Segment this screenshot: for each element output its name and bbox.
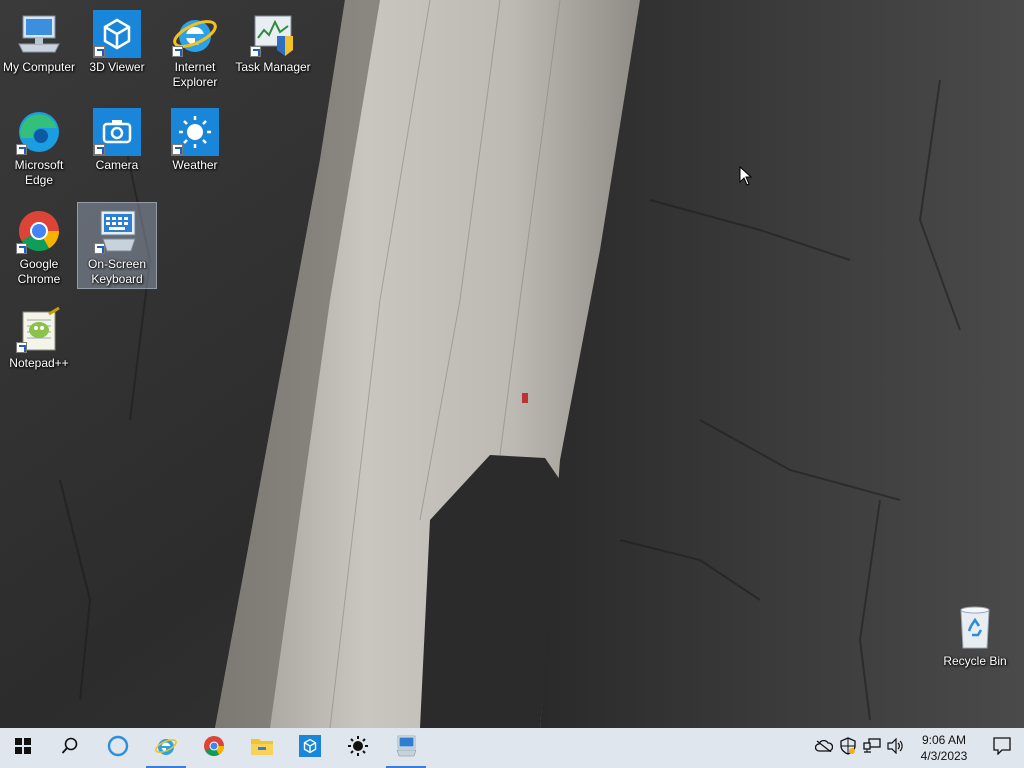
3d-viewer-icon xyxy=(299,734,321,762)
desktop-icon-camera[interactable]: Camera xyxy=(78,104,156,173)
taskbar-weather[interactable] xyxy=(334,728,382,768)
shortcut-arrow-icon xyxy=(94,144,105,155)
desktop-icon-label: Google Chrome xyxy=(17,257,61,286)
desktop-icon-google-chrome[interactable]: Google Chrome xyxy=(0,203,78,287)
tray-volume[interactable] xyxy=(884,728,908,768)
system-tray: 9:06 AM 4/3/2023 xyxy=(812,728,1024,768)
internet-explorer-icon xyxy=(171,10,219,58)
camera-icon xyxy=(93,108,141,156)
desktop-icon-3d-viewer[interactable]: 3D Viewer xyxy=(78,6,156,75)
edge-icon xyxy=(15,108,63,156)
network-icon xyxy=(863,737,881,759)
desktop-icon-label: Recycle Bin xyxy=(943,654,1007,668)
search-button[interactable] xyxy=(46,728,94,768)
desktop-icon-label: Camera xyxy=(95,158,139,172)
search-icon xyxy=(61,737,79,760)
tray-windows-security[interactable] xyxy=(836,728,860,768)
mouse-cursor-icon xyxy=(739,165,753,191)
desktop-icon-task-manager[interactable]: Task Manager xyxy=(234,6,312,75)
cortana-icon xyxy=(107,735,129,762)
desktop-icon-label: 3D Viewer xyxy=(89,60,145,74)
weather-icon xyxy=(347,735,369,762)
desktop-icon-label: On-Screen Keyboard xyxy=(87,257,147,286)
shortcut-arrow-icon xyxy=(94,243,105,254)
cortana-button[interactable] xyxy=(94,728,142,768)
recycle-bin-icon xyxy=(951,604,999,652)
taskbar-file-explorer[interactable] xyxy=(238,728,286,768)
3d-viewer-icon xyxy=(93,10,141,58)
start-button[interactable] xyxy=(0,728,46,768)
desktop-icon-label: Internet Explorer xyxy=(172,60,218,89)
chrome-icon xyxy=(15,207,63,255)
shortcut-arrow-icon xyxy=(16,243,27,254)
shortcut-arrow-icon xyxy=(16,342,27,353)
action-center-button[interactable] xyxy=(980,728,1024,768)
file-explorer-icon xyxy=(250,735,274,762)
internet-explorer-icon xyxy=(154,734,178,763)
notification-icon xyxy=(993,736,1011,760)
desktop-icon-label: My Computer xyxy=(2,60,76,74)
weather-icon xyxy=(171,108,219,156)
windows-start-icon xyxy=(15,737,31,759)
taskbar-clock[interactable]: 9:06 AM 4/3/2023 xyxy=(914,732,974,764)
task-manager-icon xyxy=(249,10,297,58)
desktop-icon-my-computer[interactable]: My Computer xyxy=(0,6,78,75)
desktop-icon-notepad-plus-plus[interactable]: Notepad++ xyxy=(0,302,78,371)
chrome-icon xyxy=(202,734,226,763)
desktop-icon-microsoft-edge[interactable]: Microsoft Edge xyxy=(0,104,78,188)
desktop-icon-weather[interactable]: Weather xyxy=(156,104,234,173)
onedrive-icon xyxy=(814,739,834,757)
tray-network[interactable] xyxy=(860,728,884,768)
desktop-icon-label: Task Manager xyxy=(235,60,311,74)
desktop-icon-internet-explorer[interactable]: Internet Explorer xyxy=(156,6,234,90)
shortcut-arrow-icon xyxy=(172,46,183,57)
shortcut-arrow-icon xyxy=(94,46,105,57)
taskbar-google-chrome[interactable] xyxy=(190,728,238,768)
desktop-icon-label: Weather xyxy=(172,158,218,172)
clock-date: 4/3/2023 xyxy=(920,749,968,763)
taskbar-on-screen-keyboard[interactable] xyxy=(382,728,430,768)
shortcut-arrow-icon xyxy=(172,144,183,155)
security-shield-icon xyxy=(840,736,856,760)
volume-icon xyxy=(887,737,905,759)
taskbar-internet-explorer[interactable] xyxy=(142,728,190,768)
shortcut-arrow-icon xyxy=(250,46,261,57)
desktop-icon-recycle-bin[interactable]: Recycle Bin xyxy=(936,600,1014,669)
on-screen-keyboard-icon xyxy=(93,207,141,255)
on-screen-keyboard-icon xyxy=(393,734,419,763)
taskbar: 9:06 AM 4/3/2023 xyxy=(0,728,1024,768)
computer-icon xyxy=(15,10,63,58)
taskbar-3d-viewer[interactable] xyxy=(286,728,334,768)
desktop-icon-label: Notepad++ xyxy=(9,356,69,370)
clock-time: 9:06 AM xyxy=(921,733,967,747)
desktop-icon-label: Microsoft Edge xyxy=(14,158,64,187)
tray-onedrive[interactable] xyxy=(812,728,836,768)
desktop-icon-on-screen-keyboard[interactable]: On-Screen Keyboard xyxy=(77,202,157,289)
notepad-plus-plus-icon xyxy=(15,306,63,354)
shortcut-arrow-icon xyxy=(16,144,27,155)
